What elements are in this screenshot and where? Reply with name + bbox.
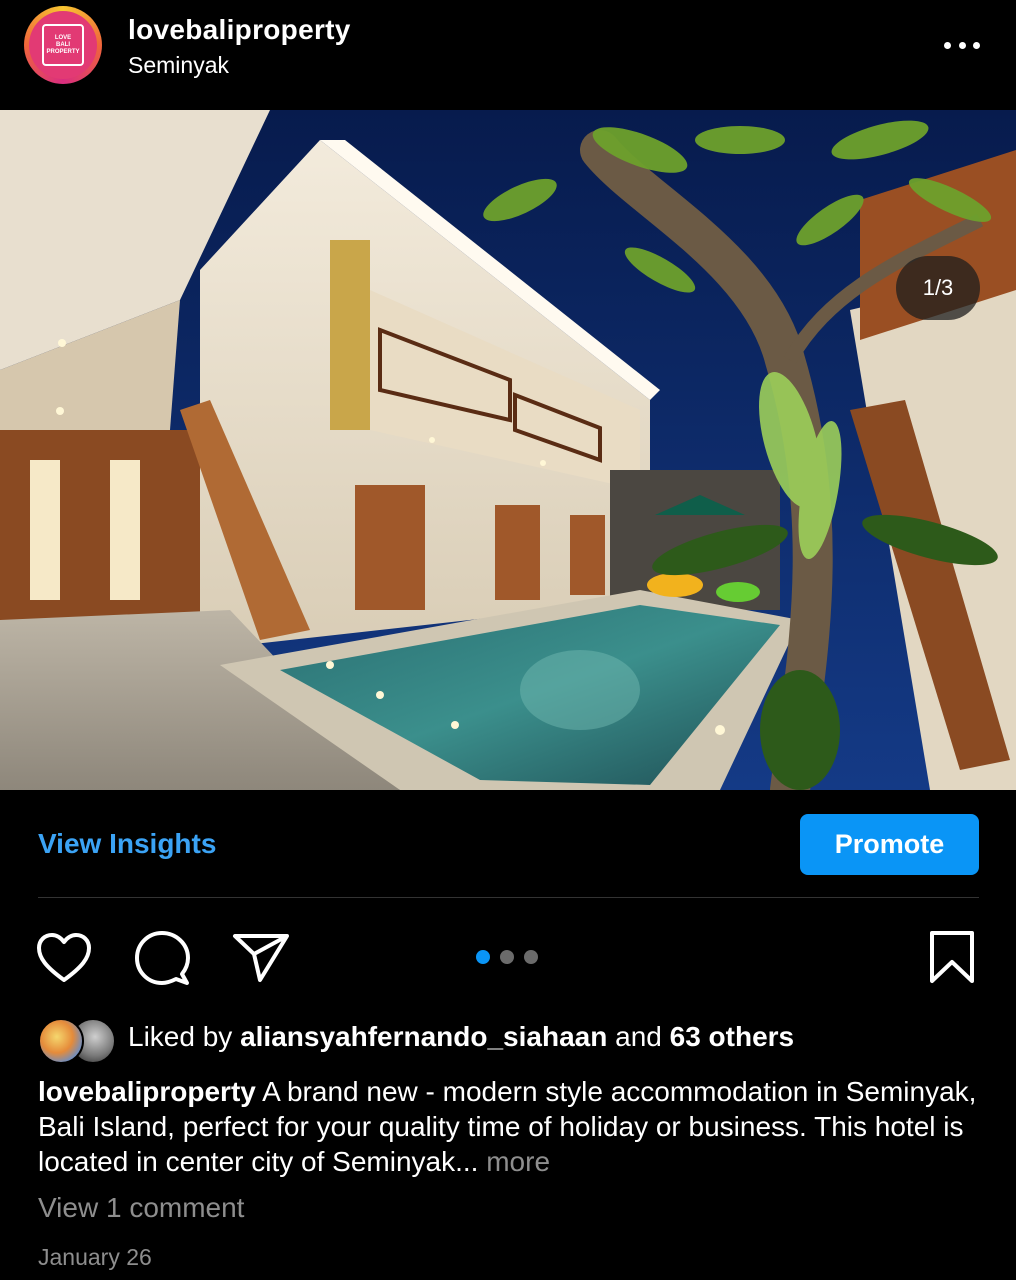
post-date: January 26 bbox=[38, 1244, 152, 1270]
carousel-dot-active bbox=[476, 950, 490, 964]
caption-more-link[interactable]: more bbox=[486, 1146, 550, 1177]
avatar[interactable]: LOVE BALI PROPERTY bbox=[24, 6, 102, 84]
carousel-dot bbox=[524, 950, 538, 964]
carousel-indicator bbox=[476, 950, 538, 964]
likes-row[interactable]: Liked by aliansyahfernando_siahaan and 6… bbox=[38, 1018, 988, 1064]
image-counter: 1/3 bbox=[896, 256, 980, 320]
caption-username[interactable]: lovebaliproperty bbox=[38, 1076, 256, 1107]
promote-button[interactable]: Promote bbox=[800, 814, 979, 875]
villa-pool-photo bbox=[0, 110, 1016, 790]
view-insights-link[interactable]: View Insights bbox=[38, 828, 216, 860]
liker-avatar bbox=[38, 1018, 84, 1064]
avatar-logo-text: LOVE bbox=[54, 34, 72, 41]
username[interactable]: lovebaliproperty bbox=[128, 14, 351, 46]
post-header: LOVE BALI PROPERTY lovebaliproperty Semi… bbox=[0, 0, 1016, 110]
likes-text: Liked by aliansyahfernando_siahaan and 6… bbox=[128, 1021, 795, 1052]
like-heart-icon[interactable] bbox=[36, 932, 92, 989]
avatar-logo: LOVE BALI PROPERTY bbox=[29, 11, 97, 79]
view-comments-link[interactable]: View 1 comment bbox=[38, 1192, 244, 1224]
caption: lovebaliproperty A brand new - modern st… bbox=[38, 1074, 988, 1179]
comment-icon[interactable] bbox=[134, 930, 190, 991]
share-send-icon[interactable] bbox=[232, 932, 290, 989]
avatar-logo-text: BALI bbox=[56, 41, 70, 48]
location[interactable]: Seminyak bbox=[128, 52, 229, 79]
divider bbox=[38, 897, 979, 898]
post-image[interactable]: 1/3 bbox=[0, 110, 1016, 790]
carousel-dot bbox=[500, 950, 514, 964]
save-bookmark-icon[interactable] bbox=[928, 930, 976, 989]
likes-others[interactable]: 63 others bbox=[670, 1021, 795, 1052]
avatar-logo-text: PROPERTY bbox=[46, 48, 80, 55]
liker-username[interactable]: aliansyahfernando_siahaan bbox=[240, 1021, 607, 1052]
more-options-icon[interactable] bbox=[944, 38, 980, 52]
